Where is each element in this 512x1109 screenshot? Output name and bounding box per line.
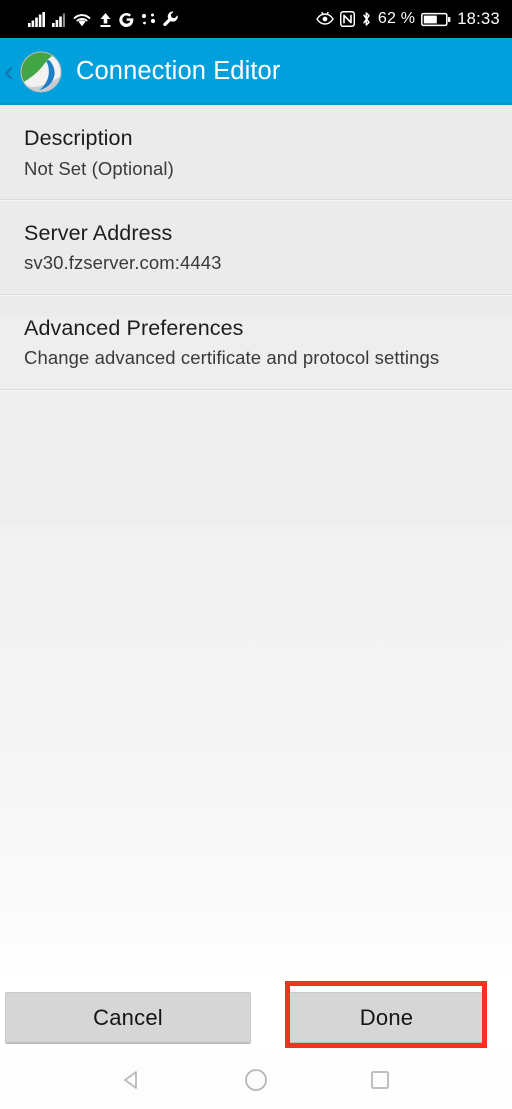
- upload-arrow-icon: [99, 12, 112, 27]
- status-bar-left-icons: [28, 11, 179, 27]
- status-bar: 62 % 18:33: [0, 0, 512, 38]
- nav-recents-square-icon[interactable]: [357, 1057, 403, 1103]
- done-button[interactable]: Done: [289, 992, 484, 1044]
- list-item-subtitle: Not Set (Optional): [24, 157, 174, 179]
- settings-list: Description Not Set (Optional) Server Ad…: [0, 105, 512, 985]
- wrench-icon: [163, 11, 179, 27]
- list-item-server-address[interactable]: Server Address sv30.fzserver.com:4443: [0, 200, 512, 294]
- signal-bars-2-icon: [52, 12, 65, 27]
- back-chevron-icon[interactable]: ‹: [0, 56, 20, 87]
- wifi-icon: [72, 12, 92, 27]
- page-title: Connection Editor: [76, 57, 281, 85]
- battery-percent-label: 62 %: [377, 10, 416, 27]
- android-nav-bar: [0, 1050, 512, 1109]
- list-divider: [0, 388, 512, 390]
- list-item-title: Server Address: [24, 220, 173, 245]
- nav-back-triangle-icon[interactable]: [109, 1057, 155, 1103]
- dialog-button-bar: Cancel Done: [0, 985, 512, 1050]
- battery-icon: [421, 12, 451, 27]
- list-item-description[interactable]: Description Not Set (Optional): [0, 105, 512, 199]
- filezilla-logo-icon: [20, 51, 62, 93]
- google-g-icon: [119, 12, 134, 27]
- list-item-title: Description: [24, 126, 133, 150]
- signal-bars-icon: [28, 11, 45, 27]
- status-bar-right-icons: 62 % 18:33: [316, 10, 500, 29]
- list-item-subtitle: sv30.fzserver.com:4443: [24, 252, 222, 274]
- eye-off-icon: [316, 11, 334, 26]
- list-item-advanced-preferences[interactable]: Advanced Preferences Change advanced cer…: [0, 295, 512, 389]
- phone-screen: 62 % 18:33 ‹ Connection Editor Descripti…: [0, 0, 512, 1109]
- app-bar: ‹ Connection Editor: [0, 38, 512, 105]
- list-item-title: Advanced Preferences: [24, 315, 244, 340]
- nav-home-circle-icon[interactable]: [233, 1057, 279, 1103]
- cancel-button[interactable]: Cancel: [5, 992, 251, 1044]
- list-item-subtitle: Change advanced certificate and protocol…: [24, 347, 440, 369]
- sync-dots-icon: [141, 12, 156, 27]
- status-bar-clock: 18:33: [457, 9, 500, 28]
- bluetooth-icon: [361, 11, 372, 27]
- nfc-icon: [339, 10, 355, 28]
